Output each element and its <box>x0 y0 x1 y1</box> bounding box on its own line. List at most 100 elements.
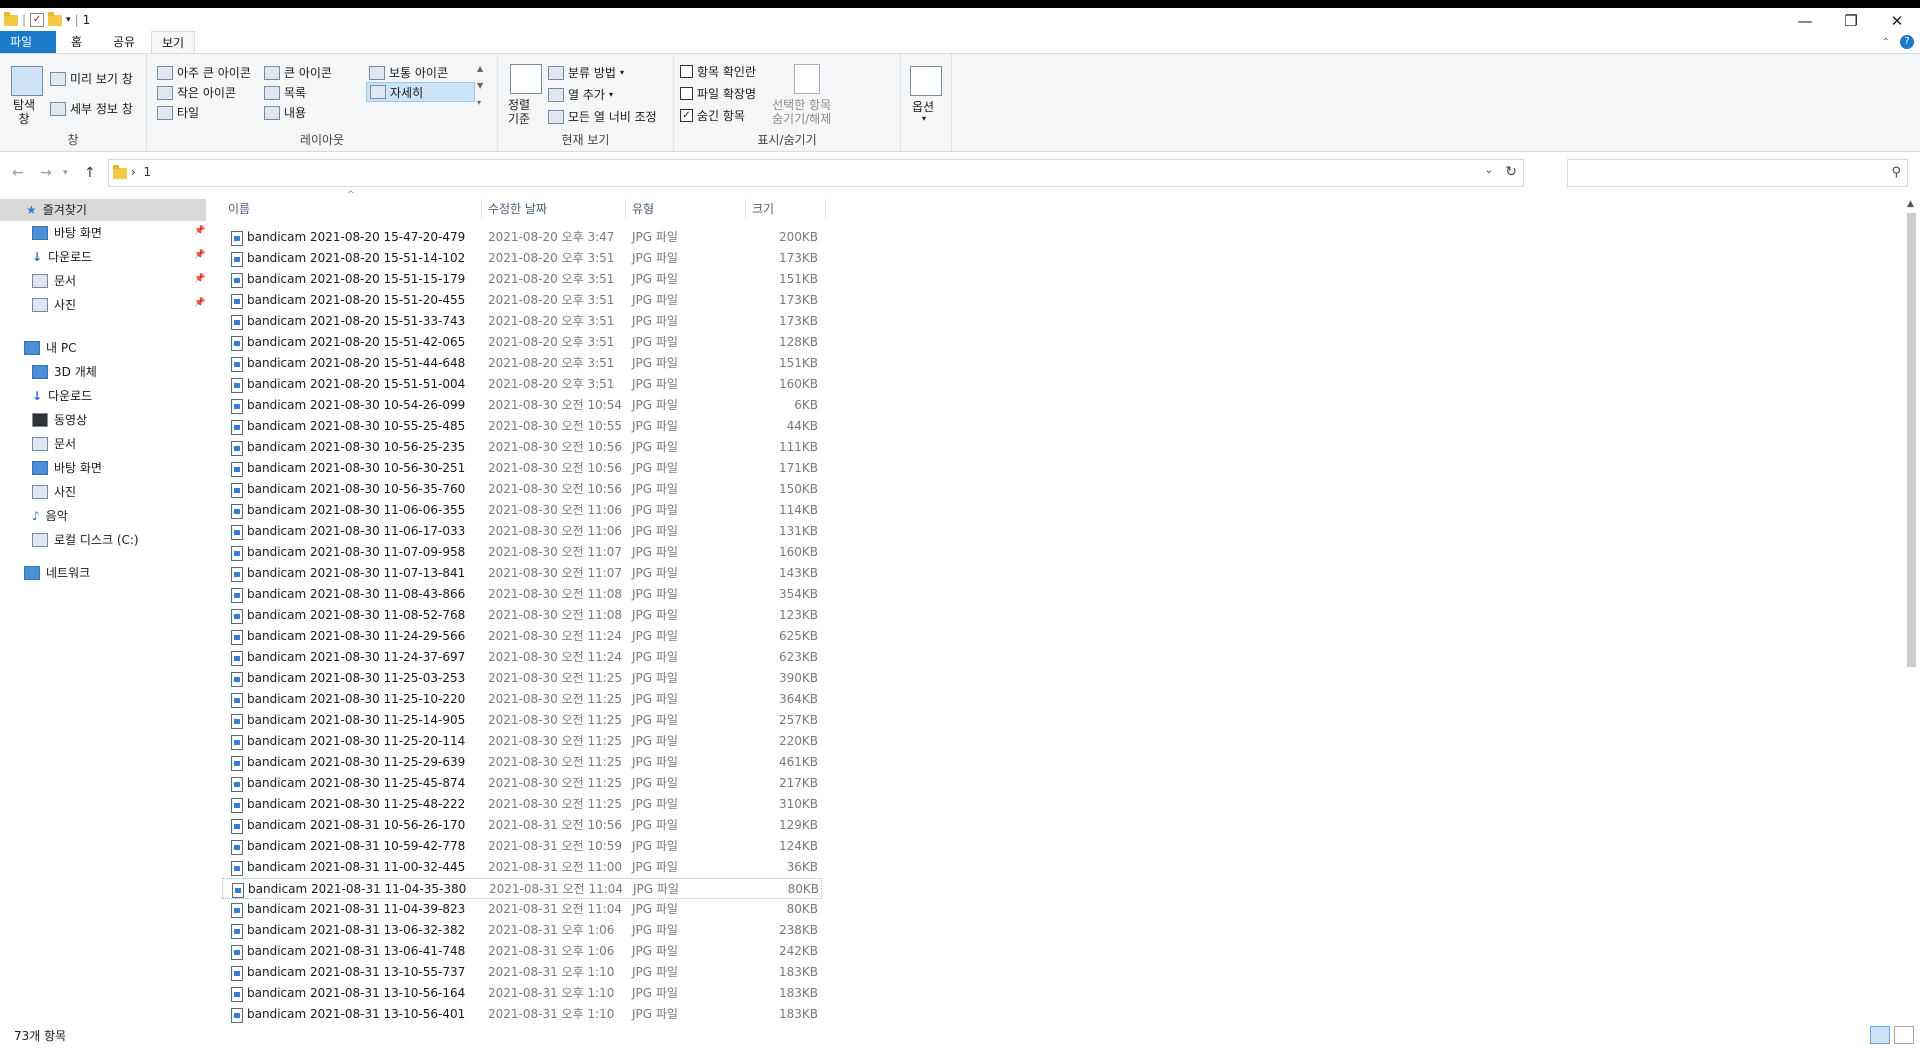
options-icon[interactable] <box>910 66 942 96</box>
help-icon[interactable]: ? <box>1900 35 1914 49</box>
table-row[interactable]: bandicam 2021-08-30 10-56-25-235 2021-08-… <box>222 437 822 458</box>
table-row[interactable]: bandicam 2021-08-31 10-59-42-778 2021-08-… <box>222 836 822 857</box>
table-row[interactable]: bandicam 2021-08-30 11-25-45-874 2021-08-… <box>222 773 822 794</box>
table-row[interactable]: bandicam 2021-08-31 10-56-26-170 2021-08-… <box>222 815 822 836</box>
nav-3d-objects[interactable]: 3D 개체 <box>32 361 97 383</box>
nav-local-disk[interactable]: 로컬 디스크 (C:) <box>32 529 139 551</box>
refresh-icon[interactable]: ↻ <box>1505 164 1517 180</box>
layout-extra-large-icons[interactable]: 아주 큰 아이콘 <box>157 64 251 81</box>
table-row[interactable]: bandicam 2021-08-30 11-06-06-355 2021-08-… <box>222 500 822 521</box>
table-row[interactable]: bandicam 2021-08-20 15-51-20-455 2021-08-… <box>222 290 822 311</box>
large-icons-view-icon[interactable] <box>1894 1026 1914 1044</box>
table-row[interactable]: bandicam 2021-08-30 11-25-20-114 2021-08-… <box>222 731 822 752</box>
tab-share[interactable]: 공유 <box>103 31 145 53</box>
size-all-columns-button[interactable]: 모든 열 너비 조정 <box>548 108 657 125</box>
table-row[interactable]: bandicam 2021-08-20 15-51-33-743 2021-08-… <box>222 311 822 332</box>
vertical-scrollbar[interactable]: ▲ <box>1903 199 1920 1019</box>
tab-file[interactable]: 파일 <box>0 31 56 53</box>
nav-documents[interactable]: 문서 <box>32 270 76 292</box>
customize-toolbar-icon[interactable]: ▾ <box>66 15 71 25</box>
nav-downloads[interactable]: ↓ 다운로드 <box>32 246 92 268</box>
table-row[interactable]: bandicam 2021-08-20 15-51-14-102 2021-08-… <box>222 248 822 269</box>
column-header-size[interactable]: 크기 <box>746 199 826 219</box>
file-extensions-toggle[interactable]: 파일 확장명 <box>680 85 756 102</box>
table-row[interactable]: bandicam 2021-08-30 10-56-30-251 2021-08-… <box>222 458 822 479</box>
sort-by-icon[interactable] <box>510 64 542 94</box>
table-row[interactable]: bandicam 2021-08-30 11-07-13-841 2021-08-… <box>222 563 822 584</box>
table-row[interactable]: bandicam 2021-08-20 15-51-44-648 2021-08-… <box>222 353 822 374</box>
table-row[interactable]: bandicam 2021-08-31 13-10-56-401 2021-08-… <box>222 1004 822 1025</box>
scroll-up-icon[interactable]: ▲ <box>1907 199 1914 209</box>
preview-pane-button[interactable]: 미리 보기 창 <box>50 70 133 87</box>
pin-icon[interactable]: 📌 <box>194 250 205 260</box>
sort-by-button[interactable]: 정렬 기준 <box>508 98 530 126</box>
pin-icon[interactable]: 📌 <box>194 226 205 236</box>
table-row[interactable]: bandicam 2021-08-30 11-25-10-220 2021-08-… <box>222 689 822 710</box>
pin-icon[interactable]: 📌 <box>194 298 205 308</box>
table-row[interactable]: bandicam 2021-08-20 15-47-20-479 2021-08-… <box>222 227 822 248</box>
table-row[interactable]: bandicam 2021-08-30 11-07-09-958 2021-08-… <box>222 542 822 563</box>
nav-pictures[interactable]: 사진 <box>32 294 76 316</box>
hide-selected-button[interactable]: 선택한 항목 숨기기/해제 <box>772 98 831 126</box>
table-row[interactable]: bandicam 2021-08-30 11-25-48-222 2021-08-… <box>222 794 822 815</box>
nav-this-pc[interactable]: 내 PC <box>24 337 76 359</box>
layout-content[interactable]: 내용 <box>264 104 306 121</box>
column-header-name[interactable]: 이름 <box>222 199 482 219</box>
options-button[interactable]: 옵션 <box>912 98 934 115</box>
details-view-icon[interactable] <box>1870 1026 1890 1044</box>
properties-icon[interactable]: ✓ <box>30 13 45 27</box>
nav-desktop[interactable]: 바탕 화면 <box>32 222 102 244</box>
column-header-type[interactable]: 유형 <box>626 199 746 219</box>
table-row[interactable]: bandicam 2021-08-31 11-04-35-380 2021-08-… <box>222 878 822 899</box>
layout-tiles[interactable]: 타일 <box>157 104 199 121</box>
layout-list[interactable]: 목록 <box>264 84 306 101</box>
recent-locations-icon[interactable]: ▾ <box>63 168 68 178</box>
item-checkboxes-toggle[interactable]: 항목 확인란 <box>680 63 756 80</box>
table-row[interactable]: bandicam 2021-08-30 11-25-03-253 2021-08-… <box>222 668 822 689</box>
layout-large-icons[interactable]: 큰 아이콘 <box>264 64 332 81</box>
table-row[interactable]: bandicam 2021-08-30 11-08-52-768 2021-08-… <box>222 605 822 626</box>
navigation-pane-button[interactable]: 탐색 창 <box>13 98 35 126</box>
group-by-button[interactable]: 분류 방법 ▾ <box>548 64 624 81</box>
nav-network[interactable]: 네트워크 <box>24 562 90 584</box>
hide-selected-icon[interactable] <box>794 64 820 94</box>
navigation-pane-icon[interactable] <box>11 66 43 96</box>
table-row[interactable]: bandicam 2021-08-30 11-08-43-866 2021-08-… <box>222 584 822 605</box>
search-input[interactable]: ⚲ <box>1567 159 1908 187</box>
nav-pc-downloads[interactable]: ↓ 다운로드 <box>32 385 92 407</box>
nav-pc-documents[interactable]: 문서 <box>32 433 76 455</box>
hidden-items-toggle[interactable]: ✓ 숨긴 항목 <box>680 107 745 124</box>
layout-small-icons[interactable]: 작은 아이콘 <box>157 84 236 101</box>
table-row[interactable]: bandicam 2021-08-20 15-51-42-065 2021-08-… <box>222 332 822 353</box>
back-icon[interactable]: ← <box>12 165 24 181</box>
table-row[interactable]: bandicam 2021-08-31 13-06-32-382 2021-08-… <box>222 920 822 941</box>
table-row[interactable]: bandicam 2021-08-30 10-55-25-485 2021-08-… <box>222 416 822 437</box>
address-field[interactable]: › 1 ⌄ ↻ <box>108 159 1524 187</box>
up-icon[interactable]: ↑ <box>84 165 96 181</box>
new-folder-icon[interactable] <box>48 11 63 26</box>
table-row[interactable]: bandicam 2021-08-31 13-10-56-164 2021-08-… <box>222 983 822 1004</box>
nav-music[interactable]: ♪ 음악 <box>32 505 68 527</box>
column-header-date[interactable]: 수정한 날짜 <box>482 199 626 219</box>
table-row[interactable]: bandicam 2021-08-30 11-06-17-033 2021-08-… <box>222 521 822 542</box>
table-row[interactable]: bandicam 2021-08-31 13-10-55-737 2021-08-… <box>222 962 822 983</box>
breadcrumb-item[interactable]: 1 <box>143 165 151 179</box>
table-row[interactable]: bandicam 2021-08-30 11-25-14-905 2021-08-… <box>222 710 822 731</box>
address-dropdown-icon[interactable]: ⌄ <box>1485 165 1493 176</box>
table-row[interactable]: bandicam 2021-08-20 15-51-51-004 2021-08-… <box>222 374 822 395</box>
details-pane-button[interactable]: 세부 정보 창 <box>50 100 133 117</box>
tab-view[interactable]: 보기 <box>151 31 196 54</box>
nav-videos[interactable]: 동영상 <box>32 409 87 431</box>
table-row[interactable]: bandicam 2021-08-20 15-51-15-179 2021-08-… <box>222 269 822 290</box>
add-columns-button[interactable]: 열 추가 ▾ <box>548 86 613 103</box>
forward-icon[interactable]: → <box>40 165 52 181</box>
table-row[interactable]: bandicam 2021-08-30 11-24-37-697 2021-08-… <box>222 647 822 668</box>
breadcrumb[interactable]: › 1 <box>131 165 151 179</box>
collapse-ribbon-icon[interactable]: ⌃ <box>1882 37 1890 48</box>
table-row[interactable]: bandicam 2021-08-30 11-24-29-566 2021-08-… <box>222 626 822 647</box>
table-row[interactable]: bandicam 2021-08-31 11-00-32-445 2021-08-… <box>222 857 822 878</box>
table-row[interactable]: bandicam 2021-08-31 13-06-41-748 2021-08-… <box>222 941 822 962</box>
table-row[interactable]: bandicam 2021-08-30 10-54-26-099 2021-08-… <box>222 395 822 416</box>
table-row[interactable]: bandicam 2021-08-30 11-25-29-639 2021-08-… <box>222 752 822 773</box>
nav-pc-desktop[interactable]: 바탕 화면 <box>32 457 102 479</box>
